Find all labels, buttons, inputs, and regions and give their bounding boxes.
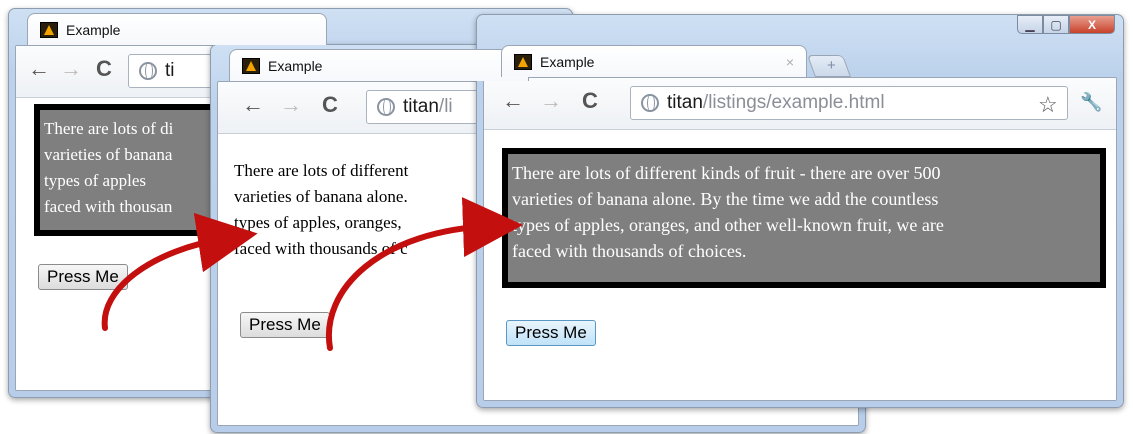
url-host: titan: [403, 96, 439, 117]
tab-example[interactable]: Example: [229, 49, 529, 81]
new-tab-plus-icon: +: [827, 57, 836, 74]
back-arrow-icon[interactable]: ←: [242, 94, 264, 116]
app-favicon-icon: [514, 53, 532, 70]
paragraph: There are lots of different varieties of…: [234, 158, 492, 262]
paragraph-line: types of apples, oranges, and other well…: [512, 215, 944, 235]
globe-icon: [377, 98, 395, 116]
app-favicon-icon: [40, 21, 58, 38]
tab-title: Example: [540, 53, 595, 70]
close-window-icon[interactable]: X: [1069, 15, 1115, 34]
globe-icon: [139, 62, 157, 80]
page-content: There are lots of different kinds of fru…: [484, 130, 1116, 400]
window-controls: ▁ ▢ X: [1017, 15, 1115, 34]
paragraph-line: There are lots of different kinds of fru…: [512, 163, 941, 183]
browser-viewport: ← → C titan /listings/example.html ☆ 🔧 T…: [483, 77, 1117, 401]
paragraph-line: faced with thousands of c: [234, 239, 408, 258]
paragraph-line: varieties of banana alone.: [234, 187, 408, 206]
tab-example[interactable]: Example: [27, 13, 327, 45]
paragraph-line: types of apples, oranges,: [234, 213, 402, 232]
toolbar: ← → C titan /listings/example.html ☆ 🔧: [484, 78, 1116, 130]
paragraph-line: faced with thousands of choices.: [512, 241, 747, 261]
url-host: titan: [667, 92, 703, 113]
back-arrow-icon[interactable]: ←: [28, 58, 50, 80]
url-path: /li: [438, 96, 453, 117]
reload-icon[interactable]: C: [96, 58, 112, 80]
address-bar[interactable]: titan /listings/example.html: [630, 86, 1068, 120]
globe-icon: [641, 94, 659, 112]
forward-arrow-icon[interactable]: →: [60, 58, 82, 80]
tab-title: Example: [268, 57, 323, 74]
tab-example[interactable]: Example ×: [501, 45, 807, 77]
app-favicon-icon: [242, 57, 260, 74]
url-host: ti: [165, 60, 175, 81]
press-me-button[interactable]: Press Me: [240, 312, 330, 338]
maximize-icon[interactable]: ▢: [1043, 15, 1069, 34]
url-path: /listings/example.html: [702, 92, 885, 113]
bookmark-star-icon[interactable]: ☆: [1038, 92, 1058, 118]
press-me-button[interactable]: Press Me: [506, 320, 596, 346]
forward-arrow-icon[interactable]: →: [540, 90, 562, 112]
tab-title: Example: [66, 21, 121, 38]
forward-arrow-icon[interactable]: →: [280, 94, 302, 116]
reload-icon[interactable]: C: [322, 94, 338, 116]
close-tab-icon[interactable]: ×: [786, 54, 794, 70]
wrench-icon[interactable]: 🔧: [1080, 92, 1102, 113]
browser-window-3: ▁ ▢ X Example × + ← → C titan /listings/…: [476, 14, 1124, 408]
minimize-icon[interactable]: ▁: [1017, 15, 1043, 34]
back-arrow-icon[interactable]: ←: [502, 90, 524, 112]
reload-icon[interactable]: C: [582, 90, 598, 112]
paragraph-line: There are lots of different: [234, 161, 409, 180]
paragraph-line: varieties of banana alone. By the time w…: [512, 189, 939, 209]
styled-paragraph: There are lots of different kinds of fru…: [502, 148, 1106, 288]
press-me-button[interactable]: Press Me: [38, 264, 128, 290]
